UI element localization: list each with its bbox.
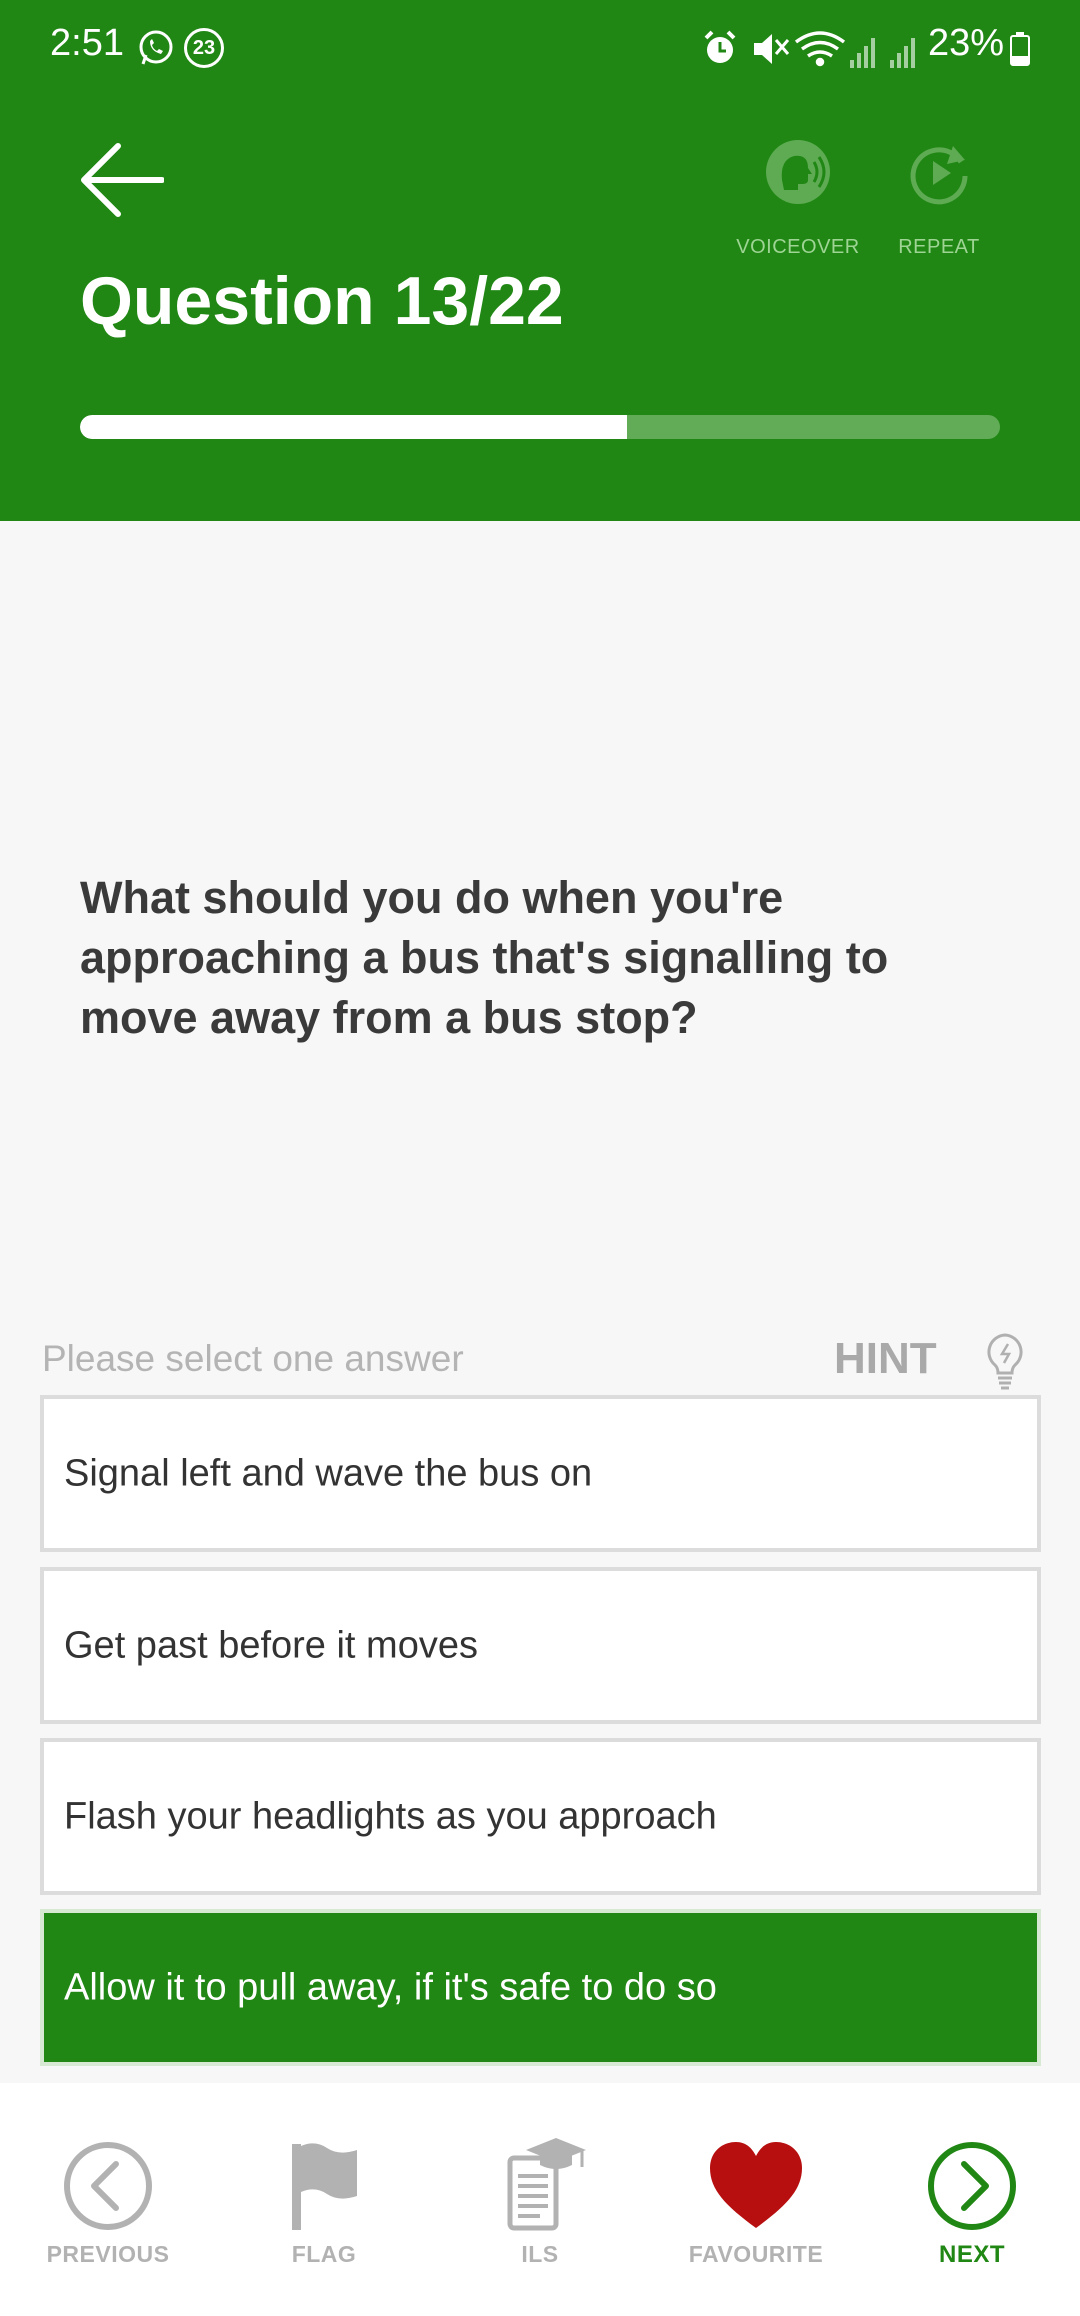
alarm-icon	[704, 30, 736, 63]
signal-icon	[850, 38, 875, 68]
answer-option-label: Allow it to pull away, if it's safe to d…	[64, 1966, 717, 2008]
back-arrow-icon[interactable]	[78, 142, 164, 218]
answer-option-label: Signal left and wave the bus on	[64, 1452, 593, 1494]
replay-icon	[910, 146, 968, 205]
ils-label: ILS	[521, 2241, 559, 2267]
status-bar: 2:51 23 23%	[0, 0, 1080, 100]
ils-book-icon	[507, 2138, 586, 2231]
answer-option[interactable]: Get past before it moves	[40, 1567, 1041, 1724]
notification-count-icon: 23	[184, 28, 224, 68]
previous-label: PREVIOUS	[46, 2241, 170, 2267]
question-text: What should you do when you're approachi…	[80, 872, 889, 1043]
progress-fill	[80, 415, 628, 439]
mute-icon	[754, 34, 790, 64]
flag-icon	[292, 2143, 357, 2230]
battery-percent: 23%	[928, 22, 1005, 64]
system-status-icons	[704, 30, 915, 68]
bottom-nav: PREVIOUS FLAG ILS FAVOURITE NEXT	[0, 2083, 1080, 2316]
lightbulb-icon[interactable]	[982, 1332, 1028, 1390]
hint-button[interactable]: HINT	[834, 1334, 937, 1384]
favourite-button[interactable]: FAVOURITE	[648, 2083, 864, 2316]
answer-option-label: Get past before it moves	[64, 1624, 478, 1666]
ils-button[interactable]: ILS	[432, 2083, 648, 2316]
next-button[interactable]: NEXT	[864, 2083, 1080, 2316]
whatsapp-icon	[139, 30, 173, 65]
answer-option[interactable]: Flash your headlights as you approach	[40, 1738, 1041, 1895]
status-time: 2:51	[50, 22, 124, 64]
progress-bar	[80, 415, 1000, 439]
chevron-left-circle-icon	[64, 2142, 152, 2230]
answer-option[interactable]: Signal left and wave the bus on	[40, 1395, 1041, 1552]
voiceover-icon	[766, 140, 830, 204]
signal-icon-2	[890, 38, 915, 68]
favourite-label: FAVOURITE	[688, 2241, 824, 2267]
answer-option-selected[interactable]: Allow it to pull away, if it's safe to d…	[40, 1909, 1041, 2066]
flag-button[interactable]: FLAG	[216, 2083, 432, 2316]
repeat-label: REPEAT	[898, 236, 980, 258]
wifi-icon	[794, 31, 846, 67]
flag-label: FLAG	[291, 2241, 357, 2267]
voiceover-label: VOICEOVER	[736, 236, 860, 258]
battery-icon	[1010, 32, 1030, 66]
voiceover-button[interactable]: VOICEOVER	[723, 140, 873, 270]
previous-button[interactable]: PREVIOUS	[0, 2083, 216, 2316]
header: 2:51 23 23% VOICEOVER REPEAT Question 13…	[0, 0, 1080, 521]
page-title: Question 13/22	[80, 263, 564, 339]
heart-icon	[710, 2142, 802, 2228]
next-label: NEXT	[938, 2241, 1005, 2268]
repeat-button[interactable]: REPEAT	[864, 140, 1014, 270]
chevron-right-circle-icon	[928, 2142, 1016, 2230]
answer-instruction: Please select one answer	[42, 1338, 464, 1379]
answer-option-label: Flash your headlights as you approach	[64, 1795, 717, 1837]
